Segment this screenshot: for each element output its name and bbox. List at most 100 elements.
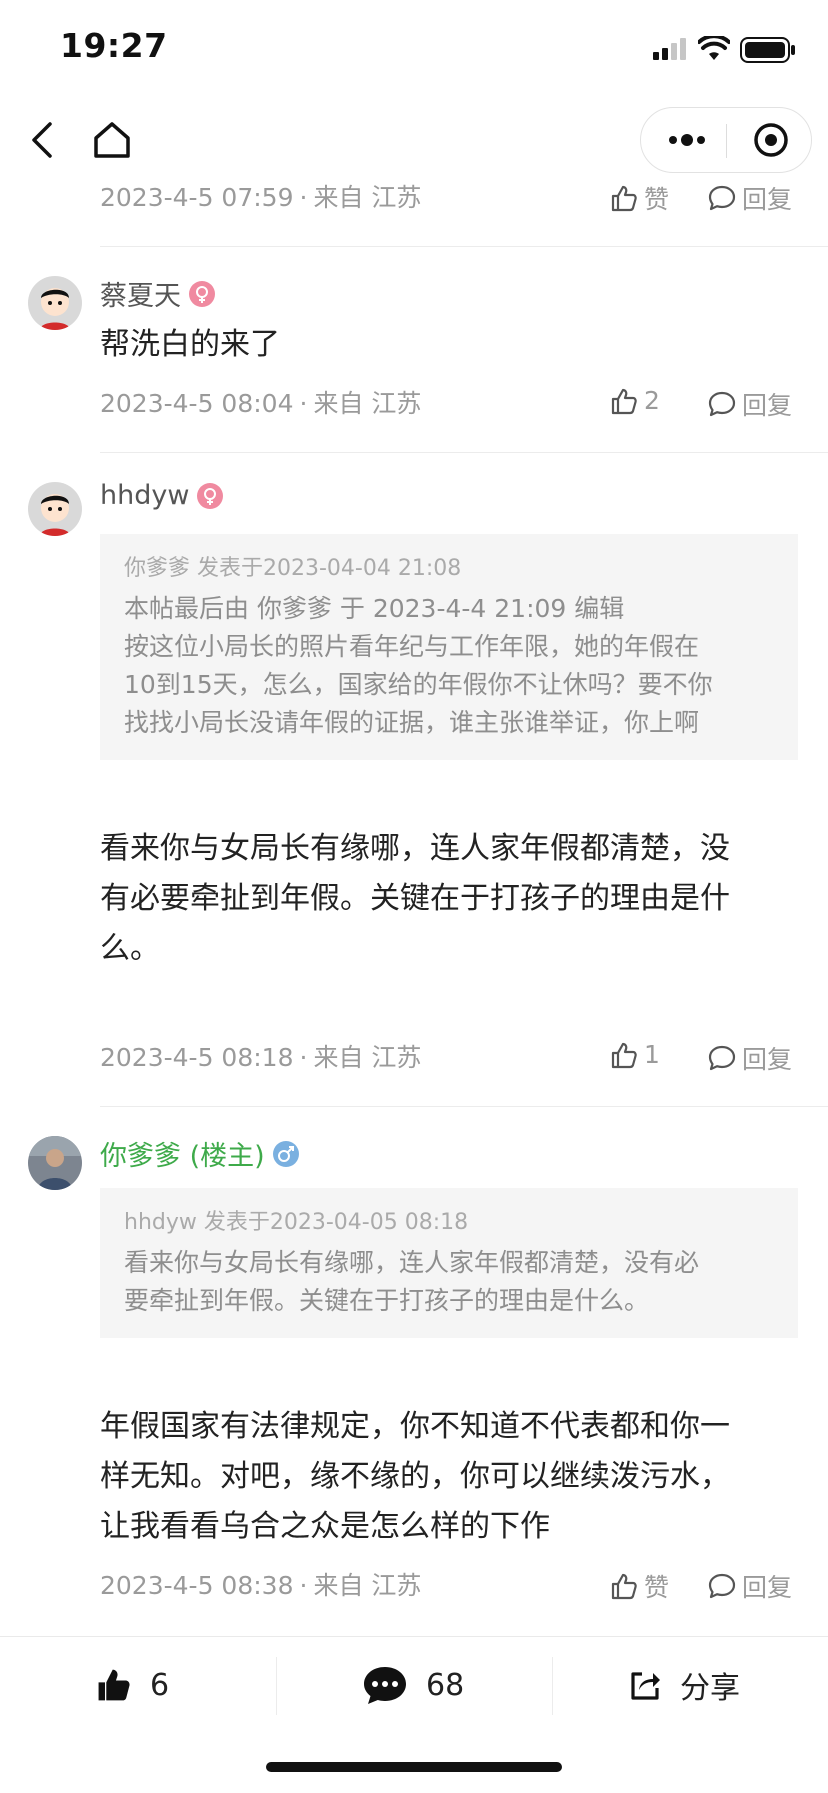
female-icon	[197, 482, 224, 509]
like-label: 赞	[644, 1573, 670, 1602]
comment-divider	[100, 1106, 828, 1107]
avatar[interactable]	[28, 1136, 82, 1190]
reply-button[interactable]: 回复	[708, 1040, 792, 1076]
capsule-divider	[726, 124, 727, 158]
comment-bubble-filled-icon	[364, 1667, 406, 1704]
comment-meta: 2023-4-5 08:38 · 来自 江苏	[100, 1566, 421, 1602]
username-row: hhdyw	[100, 480, 224, 511]
home-indicator	[266, 1762, 562, 1772]
comment-meta: 2023-4-5 07:59 · 来自 江苏	[100, 178, 421, 214]
reply-button[interactable]: 回复	[708, 1568, 792, 1604]
female-icon	[189, 280, 215, 307]
avatar[interactable]	[28, 276, 82, 330]
home-icon	[94, 122, 130, 158]
share-button[interactable]: 分享	[628, 1637, 740, 1733]
speech-bubble-icon	[708, 1573, 736, 1599]
username[interactable]: 蔡夏天	[100, 274, 181, 313]
male-icon	[272, 1140, 299, 1167]
share-label: 分享	[680, 1671, 740, 1706]
thumbs-up-filled-icon	[98, 1669, 130, 1701]
like-count: 2	[644, 386, 660, 415]
speech-bubble-icon	[708, 391, 736, 417]
comment-region: 江苏	[371, 183, 422, 212]
bar-separator	[276, 1657, 277, 1715]
comment-date: 2023-4-5 08:38	[100, 1571, 294, 1600]
meta-dot: ·	[299, 1043, 308, 1072]
comment-date: 2023-4-5 07:59	[100, 183, 294, 212]
bar-separator	[552, 1657, 553, 1715]
like-button[interactable]: 2	[610, 386, 660, 415]
quote-line: 找找小局长没请年假的证据，谁主张谁举证，你上啊	[124, 708, 700, 737]
avatar[interactable]	[28, 482, 82, 536]
reply-button[interactable]: 回复	[708, 180, 792, 216]
like-button[interactable]: 赞	[610, 1568, 669, 1604]
comment-region: 江苏	[371, 389, 422, 418]
post-comment-button[interactable]: 68	[362, 1637, 464, 1733]
quote-header: 你爹爹 发表于2023-04-04 21:08	[124, 556, 462, 581]
share-icon	[631, 1672, 660, 1700]
post-like-button[interactable]: 6	[96, 1637, 169, 1733]
comment-divider	[100, 452, 828, 453]
comment-from-label: 来自	[313, 183, 364, 212]
comment-date: 2023-4-5 08:04	[100, 389, 294, 418]
comment-content: 年假国家有法律规定，你不知道不代表都和你一 样无知。对吧，缘不缘的，你可以继续泼…	[100, 1402, 730, 1552]
thumbs-up-icon	[611, 185, 637, 212]
quote-line: 本帖最后由 你爹爹 于 2023-4-4 21:09 编辑	[124, 594, 625, 623]
more-dots-icon	[669, 134, 705, 146]
reply-label: 回复	[742, 185, 793, 214]
quote-block: 你爹爹 发表于2023-04-04 21:08 本帖最后由 你爹爹 于 2023…	[100, 534, 798, 760]
battery-icon	[740, 37, 796, 63]
record-target-icon	[754, 123, 788, 157]
comment-meta: 2023-4-5 08:04 · 来自 江苏	[100, 384, 421, 420]
content-line: 有必要牵扯到年假。关键在于打孩子的理由是什	[100, 881, 730, 916]
comment-divider	[100, 246, 828, 247]
username[interactable]: hhdyw	[100, 480, 189, 511]
content-line: 样无知。对吧，缘不缘的，你可以继续泼污水，	[100, 1459, 730, 1494]
home-button[interactable]	[92, 118, 132, 162]
comment-from-label: 来自	[313, 1571, 364, 1600]
reply-label: 回复	[742, 1573, 793, 1602]
comment-from-label: 来自	[313, 1043, 364, 1072]
status-time: 19:27	[60, 26, 168, 65]
reply-button[interactable]: 回复	[708, 386, 792, 422]
reply-label: 回复	[742, 1045, 793, 1074]
comment-content: 帮洗白的来了	[100, 327, 280, 362]
speech-bubble-icon	[708, 1045, 736, 1071]
like-count: 1	[644, 1040, 660, 1069]
mini-program-capsule	[640, 107, 812, 173]
signal-icon	[652, 38, 688, 60]
back-button[interactable]	[26, 118, 60, 162]
like-button[interactable]: 赞	[610, 180, 669, 216]
quote-line: 按这位小局长的照片看年纪与工作年限，她的年假在	[124, 632, 700, 661]
content-line: 么。	[100, 931, 160, 966]
meta-dot: ·	[299, 183, 308, 212]
quote-line: 看来你与女局长有缘哪，连人家年假都清楚，没有必	[124, 1248, 700, 1277]
username-row: 蔡夏天	[100, 274, 215, 313]
thumbs-up-icon	[611, 388, 637, 414]
quote-line: 10到15天，怎么，国家给的年假你不让休吗？要不你	[124, 670, 713, 699]
like-label: 赞	[644, 185, 670, 214]
more-button[interactable]	[659, 120, 715, 160]
wifi-icon	[697, 34, 731, 62]
quote-block: hhdyw 发表于2023-04-05 08:18 看来你与女局长有缘哪，连人家…	[100, 1188, 798, 1338]
meta-dot: ·	[299, 389, 308, 418]
chevron-left-icon	[32, 122, 52, 158]
comment-content: 看来你与女局长有缘哪，连人家年假都清楚，没 有必要牵扯到年假。关键在于打孩子的理…	[100, 824, 730, 974]
quote-line: 要牵扯到年假。关键在于打孩子的理由是什么。	[124, 1286, 650, 1315]
like-button[interactable]: 1	[610, 1040, 660, 1069]
comment-region: 江苏	[371, 1571, 422, 1600]
content-line: 看来你与女局长有缘哪，连人家年假都清楚，没	[100, 831, 730, 866]
content-line: 让我看看乌合之众是怎么样的下作	[100, 1509, 550, 1544]
username-row: 你爹爹 (楼主)	[100, 1134, 299, 1173]
thumbs-up-icon	[611, 1573, 637, 1600]
post-comment-count: 68	[426, 1667, 465, 1703]
thumbs-up-icon	[611, 1042, 637, 1068]
comment-region: 江苏	[371, 1043, 422, 1072]
meta-dot: ·	[299, 1571, 308, 1600]
username-op[interactable]: 你爹爹 (楼主)	[100, 1134, 265, 1173]
close-target-button[interactable]	[749, 120, 793, 160]
quote-header: hhdyw 发表于2023-04-05 08:18	[124, 1210, 469, 1235]
comment-from-label: 来自	[313, 389, 364, 418]
speech-bubble-icon	[708, 185, 736, 211]
comment-date: 2023-4-5 08:18	[100, 1043, 294, 1072]
